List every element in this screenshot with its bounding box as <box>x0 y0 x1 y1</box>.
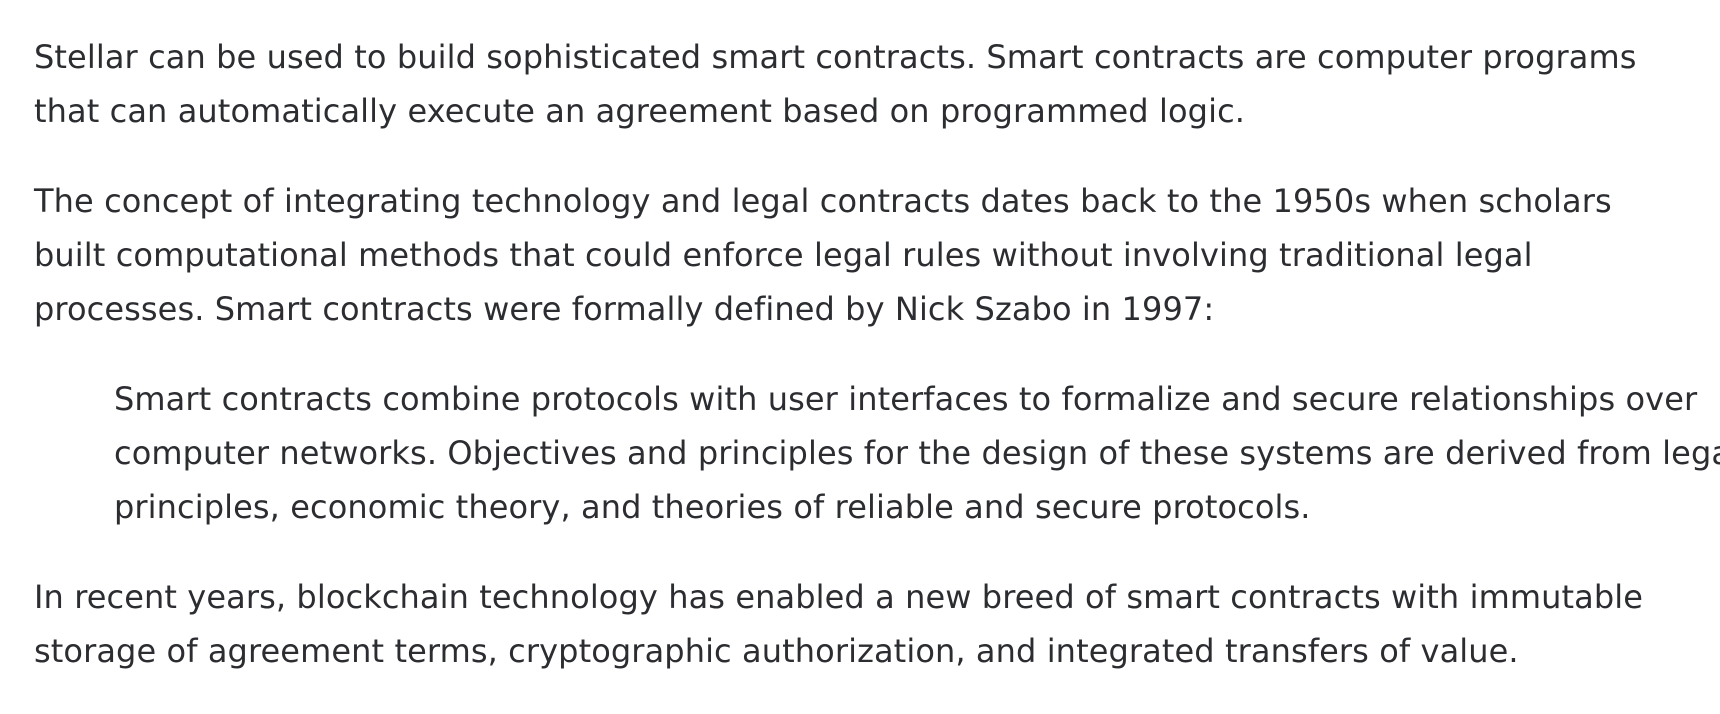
history-paragraph: The concept of integrating technology an… <box>34 174 1714 336</box>
paragraph-line: processes. Smart contracts were formally… <box>34 290 1215 328</box>
quote-line: Smart contracts combine protocols with u… <box>114 380 1698 418</box>
paragraph-line: Stellar can be used to build sophisticat… <box>34 38 1637 76</box>
quote-line: principles, economic theory, and theorie… <box>114 488 1311 526</box>
paragraph-line: In recent years, blockchain technology h… <box>34 578 1644 616</box>
intro-paragraph: Stellar can be used to build sophisticat… <box>34 30 1714 138</box>
paragraph-line: built computational methods that could e… <box>34 236 1533 274</box>
article-body: Stellar can be used to build sophisticat… <box>34 30 1720 714</box>
szabo-quote: Smart contracts combine protocols with u… <box>114 372 1720 534</box>
blockchain-paragraph: In recent years, blockchain technology h… <box>34 570 1714 678</box>
quote-line: computer networks. Objectives and princi… <box>114 434 1720 472</box>
paragraph-line: storage of agreement terms, cryptographi… <box>34 632 1519 670</box>
paragraph-line: that can automatically execute an agreem… <box>34 92 1246 130</box>
paragraph-line: The concept of integrating technology an… <box>34 182 1612 220</box>
